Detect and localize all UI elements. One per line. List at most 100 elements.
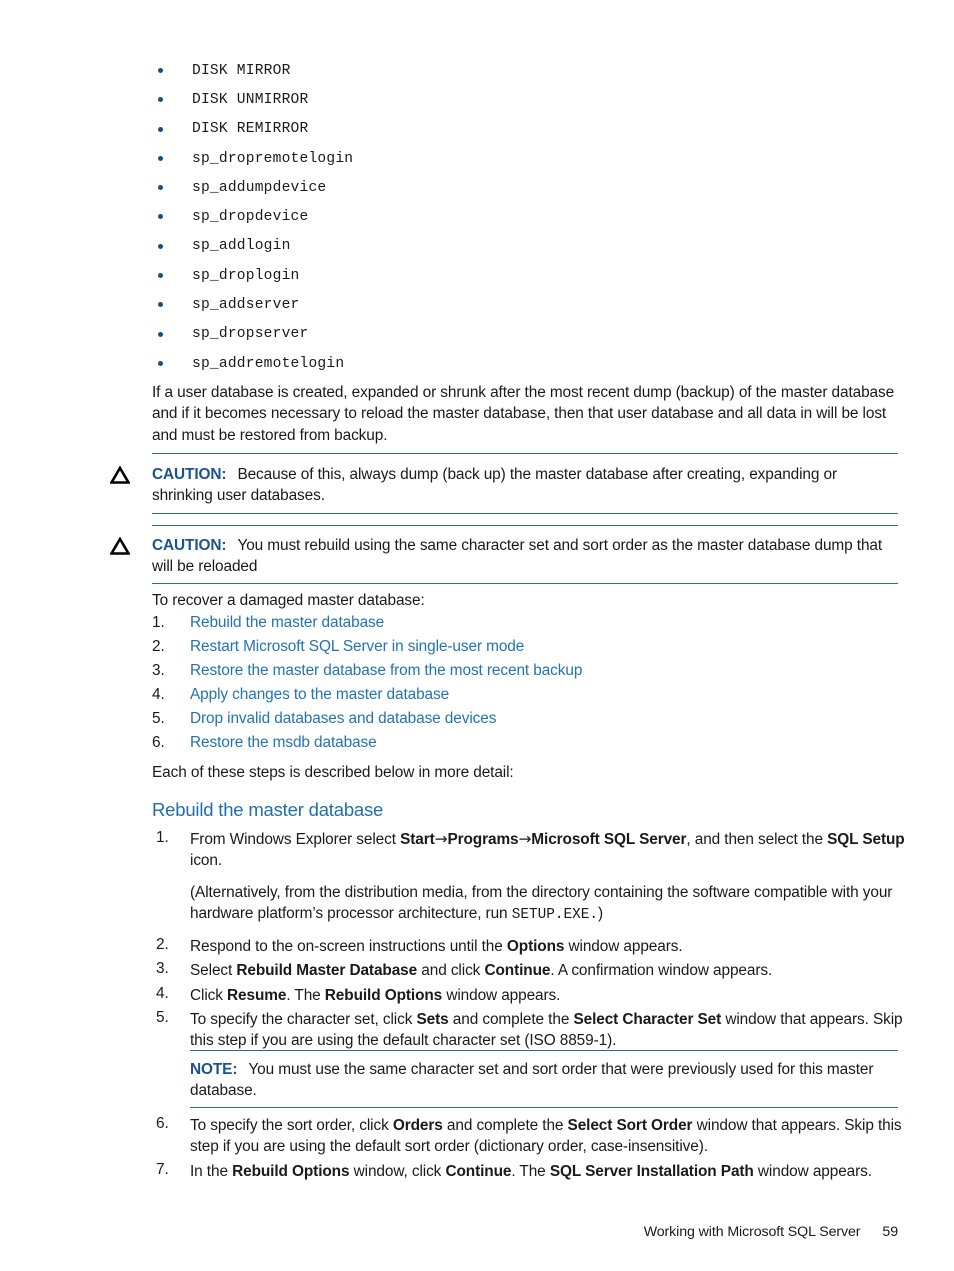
list-item: DISK REMIRROR [152,115,912,144]
step3-part-b: and click [417,962,485,980]
step1-part-a: From Windows Explorer select [190,831,401,848]
list-number: 2. [152,638,165,655]
link-restart-sql-server[interactable]: Restart Microsoft SQL Server in single-u… [190,638,524,655]
bold-start: Start [400,831,435,848]
bullet-icon [158,273,163,279]
step1-part-c: icon. [190,852,223,870]
command-text: sp_dropserver [192,326,309,343]
procedure-step-7: 7. In the Rebuild Options window, click … [152,1161,912,1182]
step5-part-a: To specify the character set, click [190,1011,417,1029]
command-text: sp_addumpdevice [192,179,327,196]
bold-sets: Sets [416,1011,449,1029]
procedure-list-part1: 1. From Windows Explorer select Start→Pr… [152,829,912,1052]
step5-part-b: and complete the [448,1011,574,1029]
step-number: 4. [156,984,169,1002]
bullet-icon [158,155,163,161]
step-5-text: To specify the character set, click Sets… [190,1009,912,1052]
bullet-icon [158,185,163,191]
caution-1-bottom-rule [152,513,898,514]
list-item: 6. Restore the msdb database [152,734,912,758]
caution-2-text: You must rebuild using the same characte… [152,537,883,576]
caution-1-body: CAUTION: Because of this, always dump (ba… [152,464,898,507]
step-number: 7. [156,1160,169,1178]
step-1-alternative-text: (Alternatively, from the distribution me… [190,882,912,927]
command-text: sp_droplogin [192,267,300,284]
list-item: sp_droplogin [152,261,912,290]
step6-part-b: and complete the [442,1117,568,1134]
command-text: sp_addserver [192,297,300,314]
command-text: DISK UNMIRROR [192,91,309,108]
page-title: Rebuild the master database [152,799,384,820]
list-item: DISK MIRROR [152,56,912,85]
bold-rebuild-options: Rebuild Options [324,986,443,1004]
step7-part-c: . The [511,1162,550,1180]
footer-title: Working with Microsoft SQL Server [643,1224,861,1240]
step-1-text: From Windows Explorer select Start→Progr… [190,829,912,872]
command-text: sp_addremotelogin [192,355,345,372]
command-text: sp_addlogin [192,238,291,255]
procedure-step-3: 3. Select Rebuild Master Database and cl… [152,960,912,981]
list-number: 4. [152,686,165,703]
command-bullet-list: DISK MIRROR DISK UNMIRROR DISK REMIRROR … [152,56,912,378]
link-restore-msdb-database[interactable]: Restore the msdb database [190,734,377,751]
list-number: 3. [152,662,165,679]
step-4-text: Click Resume. The Rebuild Options window… [190,985,912,1006]
note-text: You must use the same character set and … [190,1061,874,1100]
caution-triangle-icon [110,537,130,555]
bold-continue: Continue [445,1162,512,1180]
bullet-icon [158,126,163,132]
step-number: 3. [156,960,169,978]
step4-part-a: Click [190,986,228,1004]
bullet-icon [158,302,163,308]
list-number: 5. [152,710,165,727]
step6-part-a: To specify the sort order, click [190,1117,393,1134]
command-text: sp_dropdevice [192,209,309,226]
step-number: 6. [156,1115,169,1132]
link-apply-changes[interactable]: Apply changes to the master database [190,686,449,703]
link-drop-invalid-databases[interactable]: Drop invalid databases and database devi… [190,710,496,727]
bold-rebuild-master-database: Rebuild Master Database [236,962,418,980]
page-footer: Working with Microsoft SQL Server 59 [0,1224,898,1240]
bold-options: Options [506,938,565,956]
list-item: 2. Restart Microsoft SQL Server in singl… [152,638,912,662]
link-restore-master-database[interactable]: Restore the master database from the mos… [190,662,582,679]
step-number: 1. [156,829,169,846]
command-text: DISK REMIRROR [192,121,309,138]
bold-continue: Continue [484,962,551,980]
document-page: DISK MIRROR DISK UNMIRROR DISK REMIRROR … [0,0,954,1271]
list-item: sp_addlogin [152,232,912,261]
bold-sql-server-installation-path: SQL Server Installation Path [549,1162,754,1180]
procedure-step-5: 5. To specify the character set, click S… [152,1009,912,1052]
bullet-icon [158,68,163,73]
list-item: 4. Apply changes to the master database [152,686,912,710]
command-text: DISK MIRROR [192,62,291,79]
caution-1-text: Because of this, always dump (back up) t… [152,466,838,505]
command-text: sp_dropremotelogin [192,150,354,167]
bold-orders: Orders [392,1117,443,1134]
detail-lead-text: Each of these steps is described below i… [152,764,514,781]
bullet-icon [158,360,163,366]
list-item: sp_dropremotelogin [152,144,912,173]
bold-select-sort-order: Select Sort Order [567,1117,693,1134]
caution-2-body: CAUTION: You must rebuild using the same … [152,535,898,578]
list-item: sp_addserver [152,290,912,319]
arrow-icon: → [518,830,532,848]
step-number: 5. [156,1009,169,1027]
intro-paragraph: If a user database is created, expanded … [152,384,895,444]
step3-part-c: . A confirmation window appears. [550,962,773,980]
alt-part-b: ) [598,904,604,922]
step7-part-b: window, click [349,1162,446,1180]
step-7-text: In the Rebuild Options window, click Con… [190,1161,912,1182]
caution-1-label: CAUTION: [152,466,227,483]
note-bottom-rule [190,1107,898,1108]
recover-lead-text: To recover a damaged master database: [152,592,425,609]
bullet-icon [158,214,163,220]
bullet-icon [158,97,163,103]
caution-2-top-rule [152,525,898,526]
procedure-step-1: 1. From Windows Explorer select Start→Pr… [152,829,912,926]
list-item: sp_dropserver [152,320,912,349]
caution-triangle-icon [110,466,130,484]
step4-part-b: . The [286,986,325,1004]
link-rebuild-master-database[interactable]: Rebuild the master database [190,614,384,631]
step7-part-d: window appears. [753,1162,872,1180]
